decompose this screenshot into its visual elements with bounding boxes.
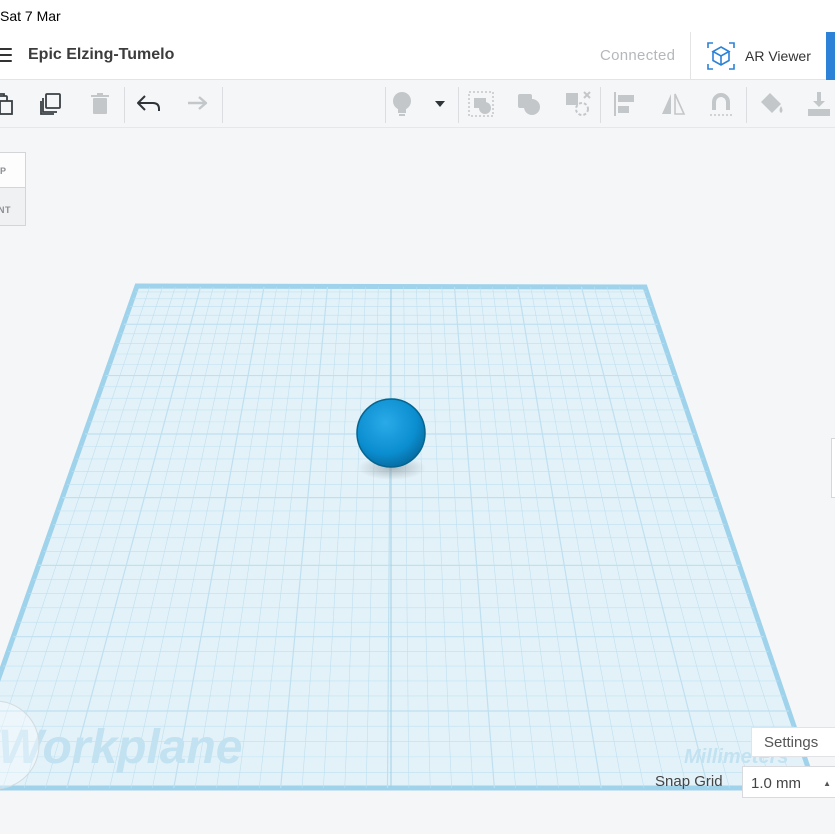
side-panel-handle[interactable] [831, 438, 835, 498]
settings-button[interactable]: Settings [751, 727, 835, 757]
caret-up-icon: ▲ [823, 779, 831, 788]
workplane-surface[interactable] [0, 283, 819, 791]
snap-grid-select[interactable]: 1.0 mm ▲ [742, 766, 835, 798]
view-cube-front[interactable]: NT [0, 188, 26, 226]
view-cube-top[interactable]: P [0, 152, 26, 188]
snap-grid-value: 1.0 mm [751, 775, 802, 792]
view-cube[interactable]: P NT [0, 152, 28, 228]
workplane[interactable]: Workplane Millimeters [0, 0, 835, 834]
view-cube-top-label: P [0, 166, 7, 176]
view-cube-front-label: NT [0, 205, 11, 215]
snap-grid-label: Snap Grid [655, 773, 723, 790]
sphere-shape[interactable] [356, 398, 426, 468]
